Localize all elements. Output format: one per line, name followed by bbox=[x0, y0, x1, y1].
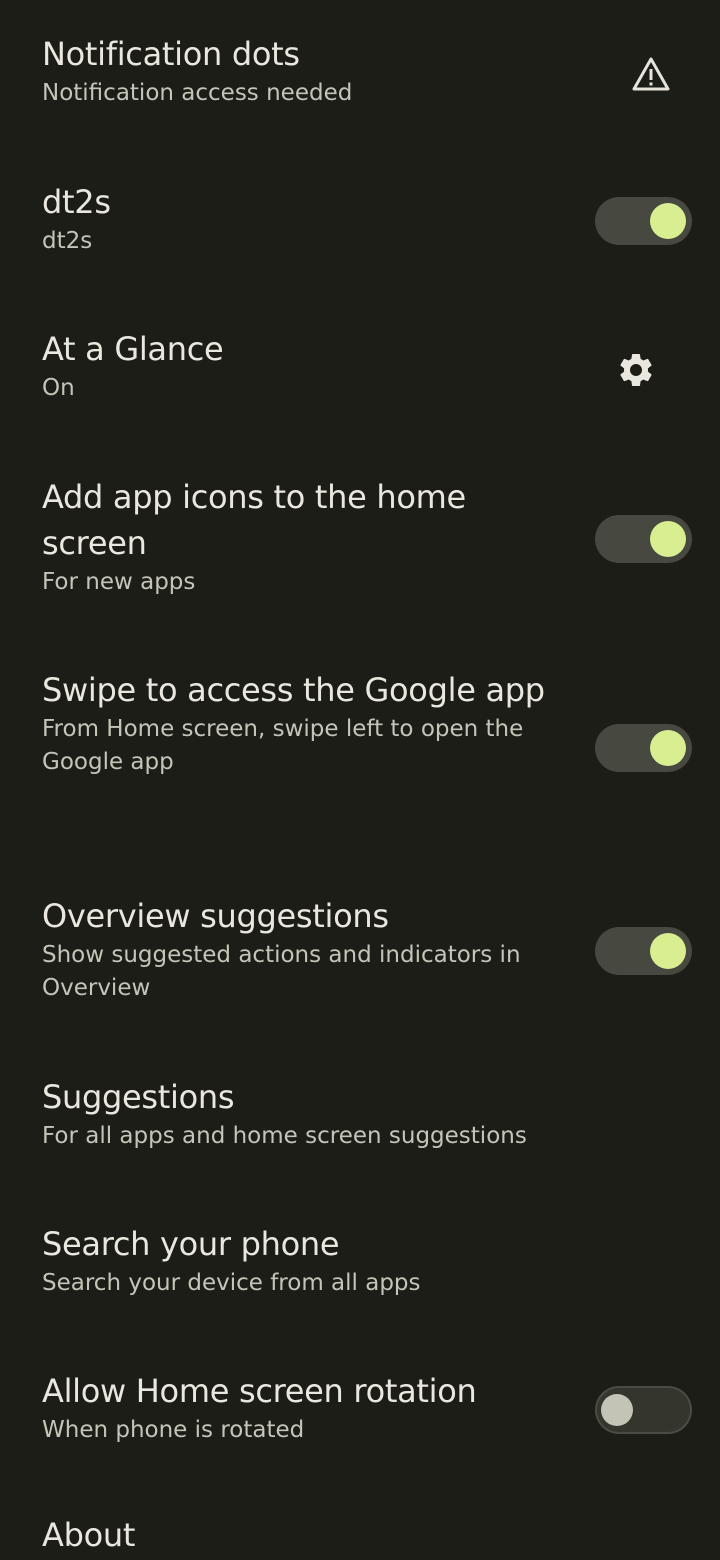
switch-thumb bbox=[650, 521, 686, 557]
setting-title: Allow Home screen rotation bbox=[42, 1372, 477, 1410]
switch-thumb bbox=[650, 933, 686, 969]
setting-title: Suggestions bbox=[42, 1078, 235, 1116]
setting-title: Add app icons to the home screen bbox=[42, 478, 466, 562]
warning-icon bbox=[632, 57, 670, 91]
setting-title: About bbox=[42, 1516, 136, 1554]
setting-search-phone[interactable]: Search your phone Search your device fro… bbox=[0, 1200, 720, 1340]
setting-title: dt2s bbox=[42, 183, 111, 221]
setting-dt2s[interactable]: dt2s dt2s bbox=[0, 150, 720, 290]
setting-summary: For new apps bbox=[42, 569, 196, 595]
home-rotation-switch[interactable] bbox=[595, 1386, 692, 1434]
setting-title: Overview suggestions bbox=[42, 897, 389, 935]
add-app-icons-switch[interactable] bbox=[595, 515, 692, 563]
setting-suggestions[interactable]: Suggestions For all apps and home screen… bbox=[0, 1052, 720, 1192]
setting-summary: On bbox=[42, 375, 75, 401]
setting-title: At a Glance bbox=[42, 330, 224, 368]
setting-summary: When phone is rotated bbox=[42, 1417, 305, 1443]
gear-icon[interactable] bbox=[616, 350, 656, 390]
setting-about[interactable]: About bbox=[0, 1500, 720, 1560]
setting-title: Swipe to access the Google app bbox=[42, 671, 545, 709]
setting-add-app-icons[interactable]: Add app icons to the home screen For new… bbox=[0, 450, 720, 630]
setting-summary: Search your device from all apps bbox=[42, 1270, 421, 1296]
setting-swipe-google-app[interactable]: Swipe to access the Google app From Home… bbox=[0, 645, 720, 845]
switch-thumb bbox=[650, 203, 686, 239]
setting-title: Search your phone bbox=[42, 1225, 340, 1263]
swipe-google-app-switch[interactable] bbox=[595, 724, 692, 772]
overview-suggestions-switch[interactable] bbox=[595, 927, 692, 975]
switch-thumb bbox=[601, 1394, 633, 1426]
setting-summary: Notification access needed bbox=[42, 80, 353, 106]
setting-summary: Show suggested actions and indicators in… bbox=[42, 942, 521, 1001]
setting-title: Notification dots bbox=[42, 35, 300, 73]
setting-summary: From Home screen, swipe left to open the… bbox=[42, 716, 524, 775]
setting-summary: For all apps and home screen suggestions bbox=[42, 1123, 527, 1149]
setting-at-a-glance[interactable]: At a Glance On bbox=[0, 300, 720, 440]
switch-thumb bbox=[650, 730, 686, 766]
setting-home-rotation[interactable]: Allow Home screen rotation When phone is… bbox=[0, 1347, 720, 1487]
setting-notification-dots[interactable]: Notification dots Notification access ne… bbox=[0, 0, 720, 140]
setting-overview-suggestions[interactable]: Overview suggestions Show suggested acti… bbox=[0, 870, 720, 1030]
dt2s-switch[interactable] bbox=[595, 197, 692, 245]
setting-summary: dt2s bbox=[42, 228, 93, 254]
